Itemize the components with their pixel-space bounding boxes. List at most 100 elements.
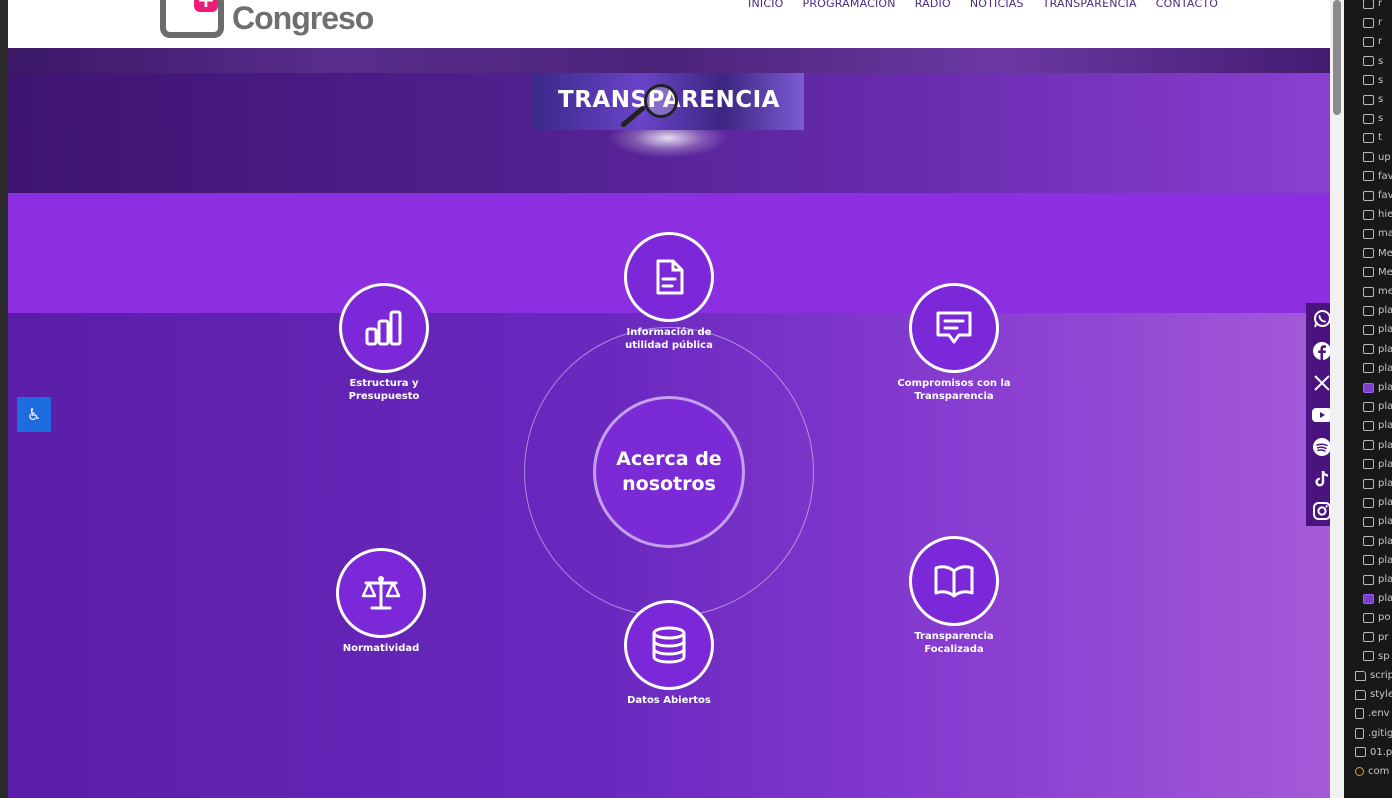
open-book-icon xyxy=(933,563,975,599)
explorer-item[interactable]: pla xyxy=(1363,436,1392,455)
node-datos-abiertos[interactable]: Datos Abiertos xyxy=(579,600,759,707)
explorer-item[interactable]: pla xyxy=(1363,378,1392,397)
node-normatividad-circle[interactable] xyxy=(336,548,426,638)
explorer-item[interactable]: pla xyxy=(1363,551,1392,570)
explorer-item-label: pla xyxy=(1378,478,1392,489)
nav-programacion[interactable]: PROGRAMACIÓN xyxy=(803,0,896,10)
image-file-icon xyxy=(1363,228,1374,239)
explorer-item[interactable]: pla xyxy=(1363,320,1392,339)
explorer-item-label: pla xyxy=(1378,535,1392,547)
explorer-item[interactable]: hie xyxy=(1363,205,1392,224)
explorer-item[interactable]: me xyxy=(1363,282,1392,301)
image-file-icon xyxy=(1363,171,1374,182)
explorer-item-label: pla xyxy=(1378,439,1392,451)
explorer-item[interactable]: .env xyxy=(1355,704,1390,723)
explorer-item[interactable]: pla xyxy=(1363,570,1392,589)
explorer-item[interactable]: up xyxy=(1363,148,1391,167)
image-file-icon xyxy=(1363,574,1374,585)
node-informacion-circle[interactable] xyxy=(624,232,714,322)
node-compromisos-circle[interactable] xyxy=(909,283,999,373)
nav-transparencia[interactable]: TRANSPARENCIA xyxy=(1043,0,1137,10)
explorer-item[interactable]: Me xyxy=(1363,244,1392,263)
explorer-item[interactable]: s xyxy=(1363,71,1383,90)
explorer-item[interactable]: ma xyxy=(1363,224,1392,243)
explorer-item[interactable]: pla xyxy=(1363,359,1392,378)
node-informacion-label: Información de utilidad pública xyxy=(625,327,713,351)
page-scrollbar[interactable] xyxy=(1330,0,1344,798)
explorer-item-label: s xyxy=(1378,55,1384,67)
folder-icon xyxy=(1363,152,1374,163)
explorer-item[interactable]: r xyxy=(1363,13,1382,32)
explorer-item[interactable]: pla xyxy=(1363,340,1392,359)
explorer-item-label: t xyxy=(1378,132,1382,144)
explorer-item[interactable]: pla xyxy=(1363,512,1392,531)
node-estructura[interactable]: Estructura y Presupuesto xyxy=(294,283,474,403)
explorer-item[interactable]: Me xyxy=(1363,263,1392,282)
explorer-item[interactable]: pla xyxy=(1363,589,1392,608)
explorer-item[interactable]: scrip xyxy=(1355,666,1392,685)
image-file-icon xyxy=(1363,459,1374,470)
explorer-item-label: pla xyxy=(1378,516,1392,528)
explorer-item[interactable]: pla xyxy=(1363,416,1392,435)
accessibility-button[interactable]: ♿ xyxy=(17,397,51,432)
nav-noticias[interactable]: NOTICIAS xyxy=(970,0,1024,10)
facebook-icon[interactable] xyxy=(1306,335,1330,367)
image-file-icon xyxy=(1363,382,1374,393)
image-file-icon xyxy=(1363,401,1374,412)
spotify-icon[interactable] xyxy=(1306,431,1330,463)
explorer-item[interactable]: pla xyxy=(1363,532,1392,551)
youtube-icon[interactable] xyxy=(1306,399,1330,431)
image-file-icon xyxy=(1363,324,1374,335)
image-file-icon xyxy=(1363,17,1374,28)
explorer-item[interactable]: .gitig xyxy=(1355,724,1392,743)
tiktok-icon[interactable] xyxy=(1306,463,1330,495)
image-file-icon xyxy=(1363,132,1374,143)
explorer-item-label: Me xyxy=(1378,266,1392,278)
explorer-item[interactable]: pr xyxy=(1363,628,1388,647)
explorer-item[interactable]: sp xyxy=(1363,647,1390,666)
explorer-item[interactable]: s xyxy=(1363,90,1383,109)
explorer-item-label: r xyxy=(1378,17,1383,29)
node-informacion[interactable]: Información de utilidad pública xyxy=(579,232,759,352)
node-focalizada[interactable]: Transparencia Focalizada xyxy=(864,536,1044,656)
image-file-icon xyxy=(1363,286,1374,297)
explorer-item[interactable]: fav xyxy=(1363,167,1392,186)
explorer-item[interactable]: fav xyxy=(1363,186,1392,205)
nav-inicio[interactable]: INICIO xyxy=(748,0,784,10)
explorer-item[interactable]: pla xyxy=(1363,493,1392,512)
hero-top-strip xyxy=(8,48,1330,73)
nav-radio[interactable]: RADIO xyxy=(915,0,951,10)
node-normatividad-label: Normatividad xyxy=(342,643,420,654)
explorer-item[interactable]: com xyxy=(1355,762,1389,781)
node-estructura-circle[interactable] xyxy=(339,283,429,373)
explorer-item-label: pla xyxy=(1378,554,1392,566)
explorer-item[interactable]: r xyxy=(1363,0,1382,13)
explorer-item[interactable]: pla xyxy=(1363,397,1392,416)
explorer-item[interactable]: r xyxy=(1363,32,1382,51)
explorer-item[interactable]: s xyxy=(1363,109,1383,128)
nav-contacto[interactable]: CONTACTO xyxy=(1156,0,1218,10)
explorer-item[interactable]: pla xyxy=(1363,301,1392,320)
image-file-icon xyxy=(1363,651,1374,662)
explorer-item[interactable]: pla xyxy=(1363,474,1392,493)
node-focalizada-circle[interactable] xyxy=(909,536,999,626)
explorer-item[interactable]: pla xyxy=(1363,455,1392,474)
node-normatividad[interactable]: Normatividad xyxy=(291,548,471,655)
node-datos-circle[interactable] xyxy=(624,600,714,690)
window-left-edge xyxy=(0,0,8,798)
explorer-item[interactable]: t xyxy=(1363,128,1382,147)
x-icon[interactable] xyxy=(1306,367,1330,399)
scrollbar-thumb[interactable] xyxy=(1333,0,1341,115)
node-compromisos[interactable]: Compromisos con la Transparencia xyxy=(864,283,1044,403)
explorer-item[interactable]: 01.p xyxy=(1355,743,1392,762)
explorer-item[interactable]: s xyxy=(1363,52,1383,71)
explorer-item[interactable]: po xyxy=(1363,608,1390,627)
instagram-icon[interactable] xyxy=(1306,495,1330,527)
explorer-item[interactable]: style xyxy=(1355,685,1392,704)
whatsapp-icon[interactable] xyxy=(1306,303,1330,335)
site-logo[interactable]: + Congreso xyxy=(160,0,390,40)
explorer-item-label: s xyxy=(1378,113,1384,125)
node-compromisos-label: Compromisos con la Transparencia xyxy=(897,378,1011,402)
explorer-item-label: pla xyxy=(1378,420,1392,432)
about-us-button[interactable]: Acerca de nosotros xyxy=(593,396,745,548)
